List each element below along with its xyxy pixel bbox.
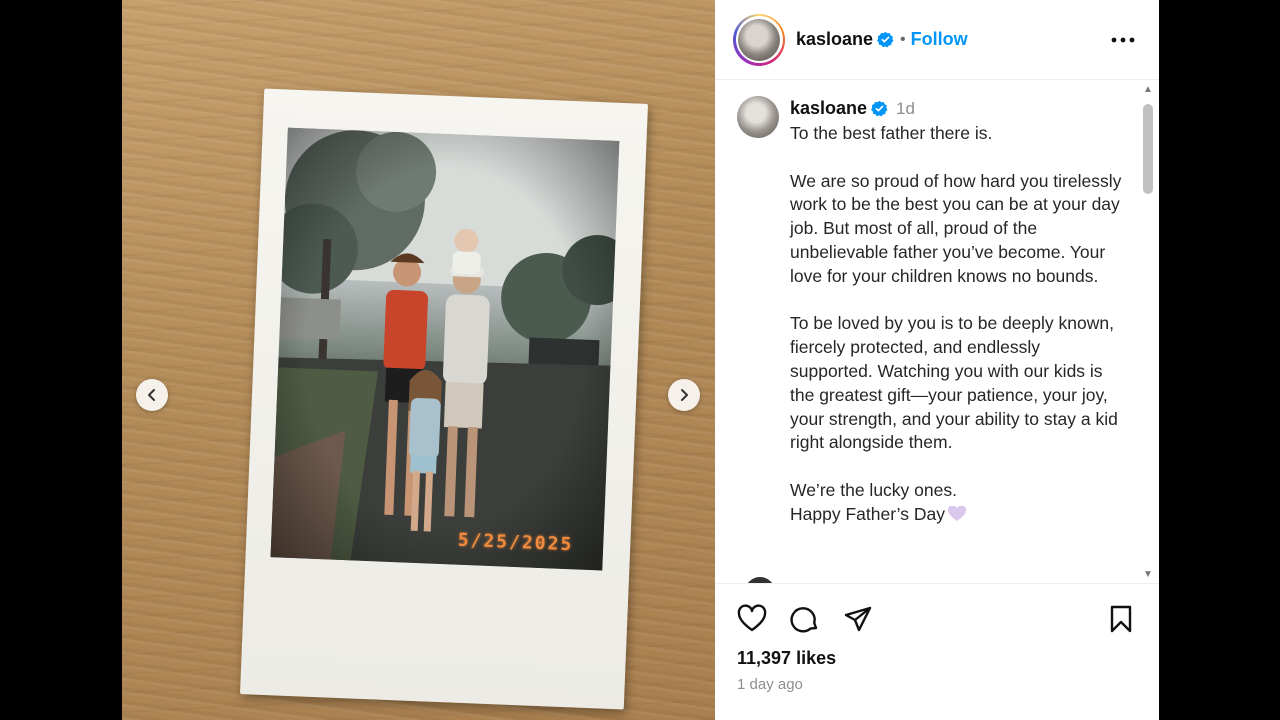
share-button[interactable] — [841, 602, 875, 636]
more-options-button[interactable] — [1109, 26, 1137, 54]
heart-icon — [737, 604, 767, 632]
more-horizontal-icon — [1111, 37, 1135, 43]
comment-button[interactable] — [788, 602, 822, 636]
avatar — [738, 18, 780, 61]
caption-avatar[interactable] — [737, 96, 779, 138]
caption-timestamp[interactable]: 1d — [896, 99, 915, 119]
separator-dot: • — [900, 30, 906, 48]
next-image-button[interactable] — [668, 379, 700, 411]
post-header: kasloane • Follow — [715, 0, 1159, 80]
like-button[interactable] — [735, 602, 769, 636]
post-side-panel: kasloane • Follow kasloane 1d To the bes… — [715, 0, 1159, 720]
save-button[interactable] — [1104, 602, 1138, 636]
caption-username[interactable]: kasloane — [790, 98, 867, 119]
caption-scrollbar[interactable]: ▲ ▼ — [1140, 85, 1156, 580]
follow-button[interactable]: Follow — [911, 29, 968, 50]
story-ring[interactable] — [733, 13, 785, 66]
comment-icon — [790, 607, 818, 633]
chevron-right-icon — [681, 389, 688, 401]
family-photo: 5/25/2025 — [270, 127, 620, 571]
verified-badge-icon — [877, 31, 894, 48]
scroll-down-arrow-icon[interactable]: ▼ — [1143, 570, 1153, 580]
caption-text: To the best father there is. We are so p… — [790, 122, 1125, 527]
verified-badge-icon — [871, 100, 888, 117]
polaroid-photo: 5/25/2025 — [239, 88, 649, 710]
post-timestamp[interactable]: 1 day ago — [737, 676, 803, 693]
comments-section[interactable]: kasloane 1d To the best father there is.… — [715, 81, 1159, 583]
scroll-thumb[interactable] — [1143, 104, 1153, 194]
header-username[interactable]: kasloane — [796, 29, 873, 50]
likes-count[interactable]: 11,397 likes — [737, 648, 836, 669]
chevron-left-icon — [148, 389, 155, 401]
caption-header: kasloane 1d — [790, 98, 915, 119]
previous-image-button[interactable] — [136, 379, 168, 411]
bookmark-icon — [1110, 605, 1132, 633]
photo-scene-illustration — [270, 127, 620, 571]
purple-heart-emoji-icon — [947, 505, 966, 521]
scroll-up-arrow-icon[interactable]: ▲ — [1143, 85, 1153, 95]
post-media[interactable]: 5/25/2025 — [122, 0, 715, 720]
post-actions: 11,397 likes 1 day ago — [715, 583, 1159, 720]
caption-body: To the best father there is. We are so p… — [790, 123, 1122, 524]
send-icon — [844, 606, 872, 632]
